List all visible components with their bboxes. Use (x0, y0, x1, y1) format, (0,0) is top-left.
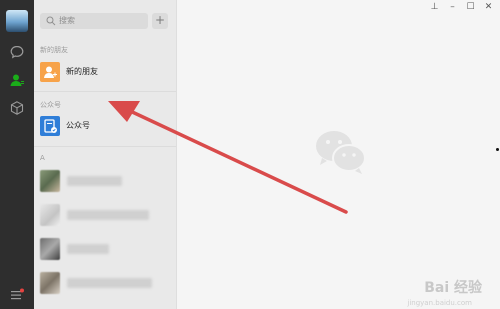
minimize-button[interactable]: – (447, 2, 458, 13)
main-panel: ⊥ – ☐ ✕ (177, 0, 500, 309)
contact-avatar (40, 170, 60, 192)
contact-name-blurred (67, 278, 152, 288)
contact-avatar (40, 238, 60, 260)
list-item-new-friends[interactable]: 新的朋友 (34, 58, 176, 88)
divider (34, 91, 176, 92)
new-friends-icon (40, 62, 60, 82)
list-item[interactable] (34, 201, 176, 231)
sidebar-nav (0, 0, 34, 309)
search-icon (46, 16, 56, 26)
contact-name-blurred (67, 244, 109, 254)
list-item-official-accounts[interactable]: 公众号 (34, 112, 176, 142)
list-item[interactable] (34, 269, 176, 299)
contact-list-panel: 搜索 + 新的朋友 新的朋友 公众号 公众号 A (34, 0, 177, 309)
pin-button[interactable]: ⊥ (429, 2, 440, 13)
official-account-icon (40, 116, 60, 136)
contacts-icon[interactable] (9, 72, 25, 88)
menu-icon[interactable] (9, 287, 25, 303)
official-accounts-label: 公众号 (66, 121, 90, 130)
avatar[interactable] (6, 10, 28, 32)
close-button[interactable]: ✕ (483, 2, 494, 13)
section-header-official: 公众号 (40, 101, 61, 109)
list-item[interactable] (34, 235, 176, 265)
contact-name-blurred (67, 176, 122, 186)
maximize-button[interactable]: ☐ (465, 2, 476, 13)
section-header-alpha: A (40, 154, 45, 162)
watermark: Bai 经验 (424, 280, 482, 296)
section-header-new-friends: 新的朋友 (40, 46, 68, 54)
new-friends-label: 新的朋友 (66, 67, 98, 76)
chat-icon[interactable] (9, 44, 25, 60)
divider (34, 146, 176, 147)
watermark-url: jingyan.baidu.com (407, 299, 472, 307)
contact-name-blurred (67, 210, 149, 220)
window-controls: ⊥ – ☐ ✕ (429, 2, 494, 13)
dot-mark (496, 148, 499, 151)
contact-avatar (40, 272, 60, 294)
list-item[interactable] (34, 167, 176, 197)
add-contact-button[interactable]: + (152, 13, 168, 29)
search-box[interactable]: 搜索 (40, 13, 148, 29)
wechat-logo-icon (316, 131, 366, 174)
contact-avatar (40, 204, 60, 226)
search-placeholder: 搜索 (59, 16, 75, 25)
favorites-cube-icon[interactable] (9, 100, 25, 116)
